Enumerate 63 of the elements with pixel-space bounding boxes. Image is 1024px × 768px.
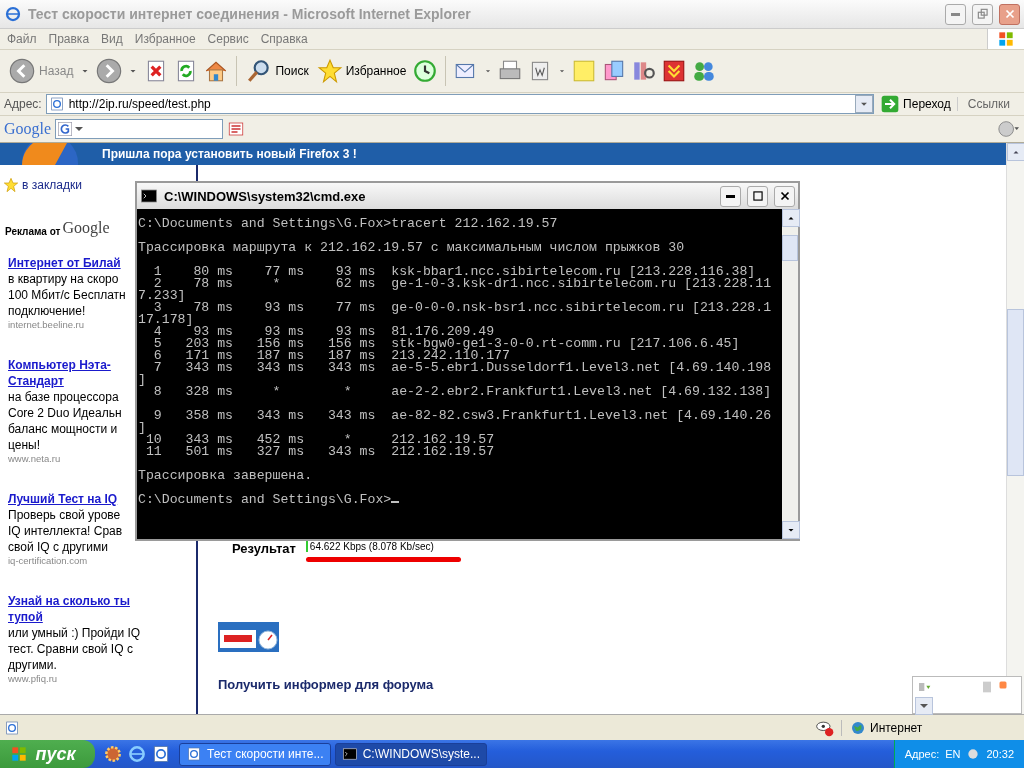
console-line: C:\Documents and Settings\G.Fox>tracert 212.162.19.57: [138, 216, 558, 231]
ad-title-link[interactable]: Компьютер Нэта- Стандарт: [8, 357, 111, 389]
ad-title-link[interactable]: Лучший Тест на IQ: [8, 491, 118, 507]
console-line: 9 358 ms 343 ms 343 ms ae-82-82.csw3.Frankfurt1.Level3.net [4.69.140.26: [152, 408, 772, 423]
bookmark-link[interactable]: в закладки: [22, 178, 82, 192]
console-line: Трассировка завершена.: [138, 468, 313, 483]
language-indicator[interactable]: EN: [945, 748, 961, 760]
console-line: ]: [138, 420, 146, 435]
search-button[interactable]: Поиск: [244, 56, 311, 86]
console-line: 10 343 ms 452 ms * 212.162.19.57: [144, 432, 495, 447]
console-title: C:\WINDOWS\system32\cmd.exe: [164, 188, 367, 204]
ad-title-link[interactable]: Интернет от Билай: [8, 255, 121, 271]
console-line: 11 501 ms 327 ms 343 ms 212.162.19.57: [144, 444, 495, 459]
menu-item[interactable]: Сервис: [202, 32, 254, 46]
console-line: Трассировка маршрута к 212.162.19.57 с максимальным числом прыжков 30: [138, 240, 685, 255]
address-label: Адрес:: [4, 97, 42, 111]
ad-text: другими.: [8, 657, 57, 673]
result-label: Результат: [232, 541, 296, 556]
links-button[interactable]: Ссылки: [956, 97, 1020, 111]
google-logo: Google: [4, 120, 52, 138]
taskbar-button[interactable]: Тест скорости инте...: [179, 742, 331, 766]
address-field[interactable]: http://2ip.ru/speed/test.php: [45, 94, 875, 114]
favorites-button[interactable]: Избранное: [314, 56, 409, 86]
menu-item[interactable]: Правка: [43, 32, 95, 46]
menu-item[interactable]: Вид: [96, 32, 128, 46]
menu-item[interactable]: Файл: [2, 32, 42, 46]
ad-url: internet.beeline.ru: [8, 319, 85, 331]
console-line: ]: [138, 372, 146, 387]
console-line: 1 80 ms 77 ms 93 ms ksk-bbar1.ncc.sibirtelecom.ru [213.228.116.38]: [152, 264, 756, 279]
ad-text: Core 2 Duo Идеальн: [8, 405, 122, 421]
ad-text: баланс мощности и: [8, 421, 118, 437]
ad-text: тест. Сравни свой IQ с: [8, 641, 133, 657]
ad-text: на базе процессора: [8, 389, 119, 405]
google-logo: Google: [62, 219, 110, 237]
ad-text: подключение!: [8, 303, 86, 319]
menu-item[interactable]: Справка: [255, 32, 313, 46]
taskbar-button[interactable]: C:\WINDOWS\syste...: [335, 742, 487, 766]
informer-link[interactable]: Получить информер для форума: [218, 677, 434, 692]
console-line: 7 343 ms 343 ms 343 ms ae-5-5.ebr1.Dusseldorf1.Level3.net [4.69.140.198: [152, 360, 772, 375]
address-label: Адрес:: [904, 748, 940, 760]
ad-url: www.pfiq.ru: [8, 673, 58, 685]
ad-text: 100 Мбит/с Бесплатн: [8, 287, 126, 303]
ad-text: или умный :) Пройди IQ: [8, 625, 141, 641]
ad-url: iq-certification.com: [8, 555, 88, 567]
ad-text: цены!: [8, 437, 40, 453]
update-banner[interactable]: Пришла пора установить новый Firefox 3 !: [0, 143, 1006, 165]
ad-title-link[interactable]: Узнай на сколько ты тупой: [8, 593, 130, 625]
security-zone: Интернет: [870, 720, 923, 735]
go-button[interactable]: Переход: [878, 92, 953, 116]
menu-item[interactable]: Избранное: [129, 32, 201, 46]
ad-text: свой IQ с другими: [8, 539, 108, 555]
console-line: 8 328 ms * * ae-2-2.ebr2.Frankfurt1.Level3.net [4.69.132.138]: [152, 384, 772, 399]
window-title: Тест скорости интернет соединения - Microsoft Internet Explorer: [28, 6, 472, 22]
ad-url: www.neta.ru: [8, 453, 61, 465]
console-line: 7.233]: [138, 288, 186, 303]
console-line: 5 203 ms 156 ms 156 ms stk-bgw0-ge1-3-0-0.rt-comm.ru [217.106.6.45]: [152, 336, 740, 351]
clock: 20:32: [986, 748, 1014, 760]
ad-text: в квартиру на скоро: [8, 271, 119, 287]
console-line: 17.178]: [138, 312, 194, 327]
ad-text: IQ интеллекта! Срав: [8, 523, 123, 539]
ad-text: Проверь свой урове: [8, 507, 121, 523]
ads-label: Реклама от: [5, 226, 61, 237]
console-line: C:\Documents and Settings\G.Fox>: [138, 492, 392, 507]
